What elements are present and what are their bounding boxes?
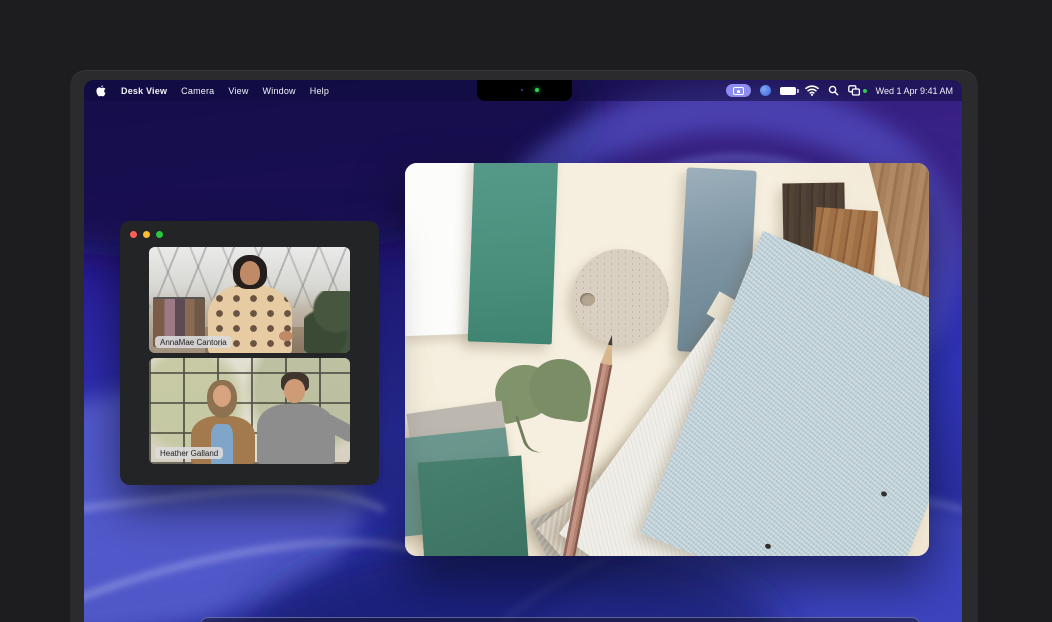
macbook-screen: Desk View Camera View Window Help: [84, 80, 962, 622]
video-app-glyph: [760, 85, 771, 96]
magnifier-glyph: [828, 85, 839, 96]
participant-video-tile: AnnaMae Cantoria: [149, 247, 350, 353]
camera-in-use-dot: [863, 89, 867, 93]
participant-name-badge: AnnaMae Cantoria: [155, 336, 232, 348]
apple-menu[interactable]: [95, 84, 107, 98]
camera-indicator-light: [535, 88, 539, 92]
wifi-icon[interactable]: [805, 84, 819, 98]
background-window-edge[interactable]: [200, 617, 920, 622]
menu-item-window[interactable]: Window: [263, 86, 296, 96]
plants: [304, 291, 350, 353]
display-notch: [477, 80, 572, 101]
teal-tile-sample: [468, 163, 559, 344]
call-window-titlebar[interactable]: [120, 221, 379, 247]
felt-disc-sample: [573, 249, 669, 345]
swatch-hole: [880, 490, 887, 497]
spotlight-search-icon[interactable]: [828, 84, 839, 98]
swatch-hole: [764, 543, 771, 550]
gray-tshirt: [257, 404, 335, 464]
traffic-lights: [130, 231, 163, 238]
video-call-window[interactable]: AnnaMae Cantoria Heather Galland: [120, 221, 379, 485]
minimize-button[interactable]: [143, 231, 150, 238]
face: [240, 261, 260, 285]
menu-item-view[interactable]: View: [228, 86, 248, 96]
close-button[interactable]: [130, 231, 137, 238]
participant-name-badge: Heather Galland: [155, 447, 223, 459]
participant-video-tile: Heather Galland: [149, 358, 350, 464]
screens-glyph: [848, 85, 860, 96]
wifi-glyph: [805, 85, 819, 96]
menu-item-help[interactable]: Help: [310, 86, 329, 96]
desk-view-window[interactable]: [405, 163, 929, 556]
screen-person-icon: [733, 87, 744, 95]
menu-item-desk-view[interactable]: Desk View: [121, 86, 167, 96]
menu-bar-clock[interactable]: Wed 1 Apr 9:41 AM: [876, 86, 953, 96]
hand: [279, 331, 293, 341]
battery-icon[interactable]: [780, 84, 796, 98]
teal-square-tile-sample: [417, 455, 528, 556]
desk-view-active-icon[interactable]: [726, 84, 751, 97]
zoom-button[interactable]: [156, 231, 163, 238]
ambient-sensor-dot: [521, 89, 523, 91]
face: [284, 379, 305, 403]
face: [213, 385, 231, 407]
macbook-bezel: Desk View Camera View Window Help: [70, 70, 978, 622]
apple-icon: [95, 84, 107, 98]
battery-level: [780, 87, 796, 95]
felt-disc-hole: [580, 293, 595, 306]
video-app-icon[interactable]: [760, 84, 771, 98]
control-center-icon[interactable]: [848, 84, 867, 98]
participant-figure: [253, 372, 339, 464]
menu-item-camera[interactable]: Camera: [181, 86, 214, 96]
